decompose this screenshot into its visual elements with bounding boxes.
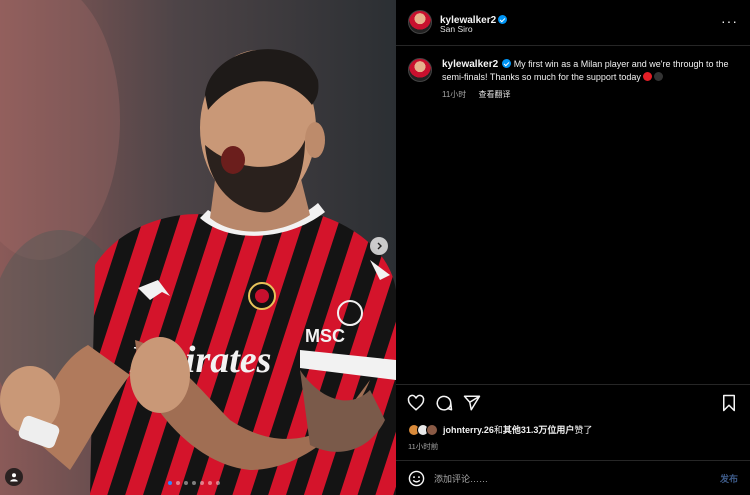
- post-photo: MSC Emirates: [0, 0, 396, 495]
- post-comment-button[interactable]: 发布: [720, 472, 738, 485]
- caption-meta: 11小时 查看翻译: [442, 89, 521, 100]
- user-tag-icon: [10, 473, 18, 482]
- svg-text:MSC: MSC: [305, 326, 345, 346]
- likes-verb: 赞了: [574, 425, 593, 435]
- slide-dot: [176, 481, 180, 485]
- tagged-users-button[interactable]: [5, 468, 23, 486]
- slide-indicator: [168, 481, 220, 485]
- verified-icon: [502, 59, 512, 68]
- bookmark-icon[interactable]: [720, 394, 738, 412]
- translate-link[interactable]: 查看翻译: [479, 90, 511, 99]
- liker-username[interactable]: johnterry.26: [443, 425, 494, 435]
- comment-input[interactable]: [434, 470, 704, 487]
- heart-icon[interactable]: [407, 394, 425, 412]
- share-icon[interactable]: [463, 394, 481, 412]
- slide-dot: [184, 481, 188, 485]
- comment-bar: 发布: [396, 460, 750, 495]
- post-location[interactable]: San Siro: [440, 24, 473, 34]
- next-slide-button[interactable]: [370, 237, 388, 255]
- red-heart-emoji-icon: [643, 72, 653, 81]
- slide-dot: [168, 481, 172, 485]
- likes-summary[interactable]: johnterry.26和其他31.3万位用户赞了: [408, 423, 592, 436]
- post-header: kylewalker2 San Siro ···: [396, 0, 750, 46]
- post-time: 11小时前: [408, 442, 439, 451]
- action-bar: johnterry.26和其他31.3万位用户赞了 11小时前: [396, 384, 750, 460]
- more-options-button[interactable]: ···: [721, 13, 738, 29]
- slide-dot: [208, 481, 212, 485]
- slide-dot: [200, 481, 204, 485]
- post-media[interactable]: MSC Emirates: [0, 0, 396, 495]
- comment-icon[interactable]: [435, 394, 453, 412]
- slide-dot: [216, 481, 220, 485]
- caption-username[interactable]: kylewalker2: [442, 59, 498, 70]
- caption-avatar[interactable]: [408, 58, 432, 82]
- liker-avatar: [426, 423, 438, 436]
- post-caption: kylewalker2 My first win as a Milan play…: [442, 58, 732, 84]
- caption-time: 11小时: [442, 90, 467, 99]
- post-details-panel: kylewalker2 San Siro ··· kylewalker2 My …: [396, 0, 750, 495]
- chevron-right-icon: [377, 242, 382, 250]
- verified-icon: [498, 15, 508, 24]
- likes-joiner: 和: [493, 425, 503, 435]
- likes-count[interactable]: 其他31.3万位用户: [503, 425, 575, 435]
- black-heart-emoji-icon: [654, 72, 664, 81]
- emoji-icon[interactable]: [408, 470, 425, 487]
- slide-dot: [192, 481, 196, 485]
- avatar[interactable]: [408, 10, 432, 34]
